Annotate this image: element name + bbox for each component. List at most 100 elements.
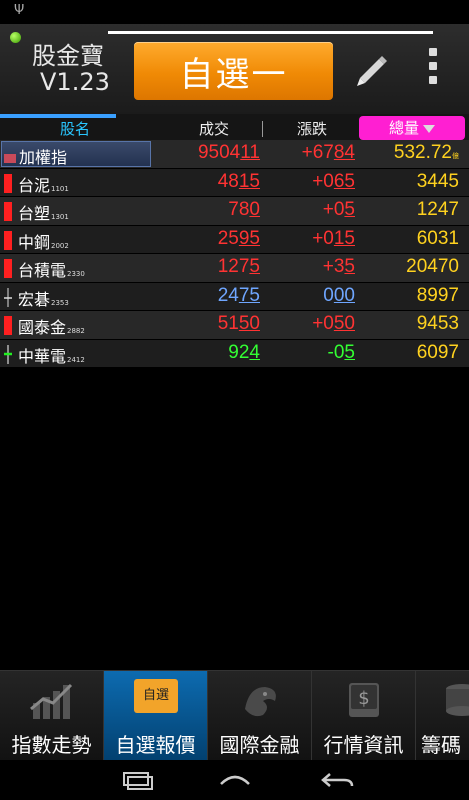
app-version: V1.23	[40, 68, 110, 96]
quote-row[interactable]: 中鋼2002 2595 +015 6031	[0, 225, 469, 254]
stock-name: 台泥1101	[18, 175, 69, 195]
trade-price: 5150	[217, 313, 260, 334]
sort-desc-icon	[423, 124, 435, 133]
back-icon[interactable]	[318, 768, 358, 792]
recent-apps-icon[interactable]	[118, 768, 158, 792]
total-volume: 3445	[416, 170, 459, 192]
dragon-icon	[245, 687, 276, 717]
price-change: +05	[322, 199, 355, 220]
nav-chips[interactable]: 籌碼	[416, 671, 469, 761]
price-change: -05	[327, 341, 355, 363]
column-trade[interactable]: 成交	[164, 118, 264, 140]
total-volume: 1247	[416, 199, 459, 220]
quote-row[interactable]: 中華電2412 924 -05 6097	[0, 339, 469, 368]
nav-intl-finance[interactable]: 國際金融	[208, 671, 312, 761]
stock-name: 中華電2412	[18, 346, 85, 366]
price-change: 000	[323, 284, 355, 306]
trade-price: 924	[228, 341, 260, 363]
candle-icon	[4, 202, 12, 221]
quote-row[interactable]: 宏碁2353 2475 000 8997	[0, 282, 469, 311]
nav-label: 行情資訊	[323, 733, 404, 757]
trade-price: 1275	[217, 256, 260, 277]
nav-label: 指數走勢	[11, 733, 92, 757]
stock-code: 1301	[51, 213, 69, 221]
stock-name-cell[interactable]: 加權指	[1, 141, 151, 167]
total-volume: 8997	[416, 284, 459, 306]
candle-icon	[4, 154, 16, 163]
price-change: +050	[312, 313, 355, 334]
stock-name: 宏碁2353	[18, 289, 69, 309]
price-change: +6784	[301, 142, 355, 163]
quote-row[interactable]: 台積電2330 1275 +35 20470	[0, 254, 469, 283]
price-change: +35	[322, 256, 355, 277]
stock-name-cell[interactable]: 台塑1301	[1, 198, 149, 223]
column-change[interactable]: 漲跌	[262, 118, 362, 140]
stock-code: 2412	[67, 355, 85, 364]
quote-row[interactable]: 加權指 950411 +6784 532.72億	[0, 140, 469, 169]
home-icon[interactable]	[215, 768, 255, 792]
stock-name-cell[interactable]: 宏碁2353	[1, 284, 149, 309]
connection-status-icon	[10, 32, 21, 43]
candle-icon	[4, 230, 12, 250]
quote-row[interactable]: 國泰金2882 5150 +050 9453	[0, 311, 469, 340]
system-nav-bar	[0, 760, 469, 800]
bottom-nav: 指數走勢 自選 自選報價 國際金融 $ 行情資訊 籌碼	[0, 670, 469, 761]
quote-row[interactable]: 台泥1101 4815 +065 3445	[0, 168, 469, 197]
nav-label: 籌碼	[421, 733, 461, 757]
stock-name: 中鋼2002	[18, 232, 69, 252]
column-volume-sort[interactable]: 總量	[359, 116, 465, 140]
candle-icon	[4, 173, 12, 193]
title-divider	[108, 31, 433, 34]
stock-name: 台積電2330	[18, 261, 85, 280]
stock-name-cell[interactable]: 中華電2412	[1, 341, 149, 366]
price-change: +015	[312, 227, 355, 249]
candle-icon	[4, 316, 12, 335]
total-volume: 6031	[416, 227, 459, 249]
price-change: +065	[312, 170, 355, 192]
usb-icon: Ψ	[14, 3, 25, 18]
trade-price: 780	[228, 199, 260, 220]
stock-name-cell[interactable]: 台泥1101	[1, 170, 149, 195]
status-bar: Ψ	[0, 0, 469, 24]
edit-pencil-icon[interactable]	[352, 48, 392, 88]
svg-text:$: $	[358, 688, 369, 709]
watchlist-badge-icon: 自選	[134, 679, 178, 713]
trade-price: 2475	[217, 284, 260, 306]
stock-name-cell[interactable]: 國泰金2882	[1, 312, 149, 337]
stock-code: 2330	[67, 270, 85, 278]
total-volume: 532.72億	[393, 142, 459, 163]
coin-stack-icon	[446, 684, 469, 716]
candle-icon	[4, 287, 12, 307]
quote-row[interactable]: 台塑1301 780 +05 1247	[0, 197, 469, 226]
stock-name: 台塑1301	[18, 204, 69, 223]
quote-list: 加權指 950411 +6784 532.72億 台泥1101 4815 +065 3445 台…	[0, 140, 469, 368]
app-name: 股金寶	[32, 42, 104, 70]
stock-code: 1101	[51, 184, 69, 193]
trend-chart-icon	[30, 683, 73, 719]
column-volume-label: 總量	[388, 119, 419, 137]
total-volume: 9453	[416, 313, 459, 334]
candle-icon	[4, 259, 12, 278]
column-name[interactable]: 股名	[16, 118, 134, 140]
stock-code: 2882	[67, 327, 85, 335]
overflow-menu-icon[interactable]	[424, 44, 442, 88]
stock-name-cell[interactable]: 中鋼2002	[1, 227, 149, 252]
trade-price: 4815	[217, 170, 260, 192]
candle-icon	[4, 344, 12, 364]
stock-name: 國泰金2882	[18, 318, 85, 337]
nav-index-trend[interactable]: 指數走勢	[0, 671, 104, 761]
dollar-book-icon: $	[349, 683, 379, 717]
watchlist-group-button[interactable]: 自選一	[134, 42, 333, 100]
stock-name: 加權指	[19, 148, 68, 167]
stock-name-cell[interactable]: 台積電2330	[1, 255, 149, 280]
stock-code: 2002	[51, 241, 69, 250]
trade-price: 2595	[217, 227, 260, 249]
column-header: 股名 成交 漲跌 總量	[0, 114, 469, 140]
stock-code: 2353	[51, 298, 69, 307]
nav-watchlist-quote[interactable]: 自選 自選報價	[104, 671, 208, 761]
nav-label: 自選報價	[115, 733, 196, 757]
total-volume: 20470	[406, 256, 459, 277]
total-volume: 6097	[416, 341, 459, 363]
trade-price: 950411	[197, 142, 260, 163]
nav-market-info[interactable]: $ 行情資訊	[312, 671, 416, 761]
